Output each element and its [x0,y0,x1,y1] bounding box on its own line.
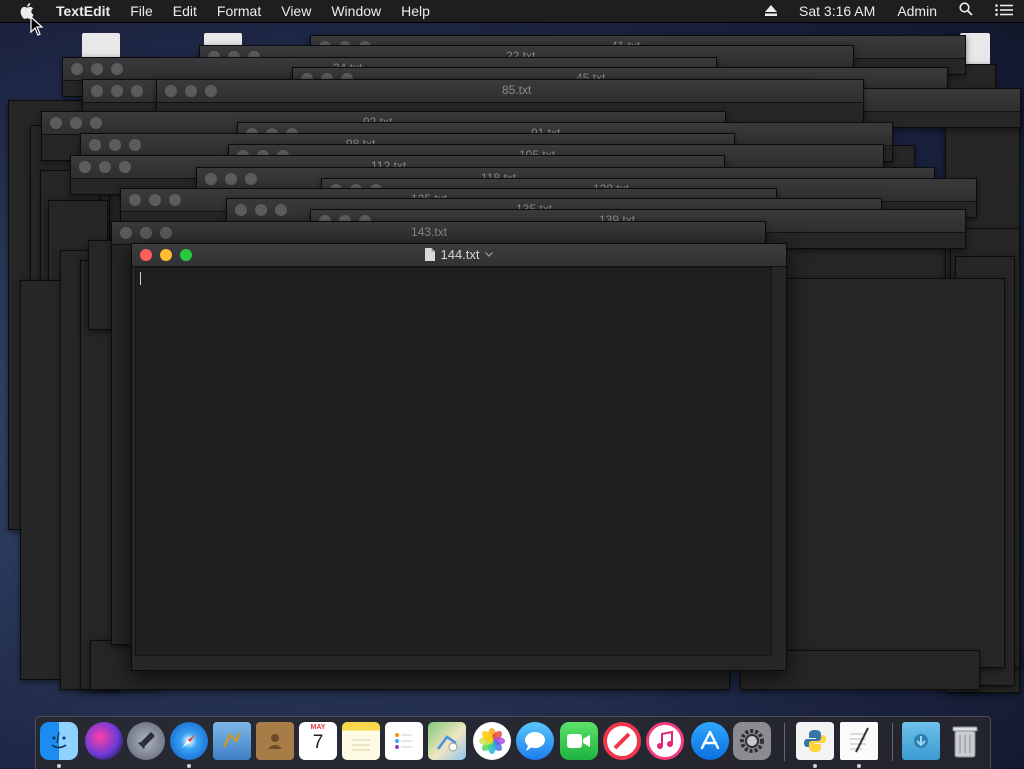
close-button[interactable] [120,227,132,239]
document-icon [425,248,436,261]
minimize-button[interactable] [140,227,152,239]
dock-reminders-icon[interactable] [385,722,423,760]
textedit-window-active[interactable]: 144.txt [131,243,787,671]
dock-notes-icon[interactable] [342,722,380,760]
dock-calendar-icon[interactable]: MAY 7 [299,722,337,760]
dock-separator [784,723,785,761]
desktop-document-icon[interactable] [82,33,120,59]
running-indicator [813,764,817,768]
dock: MAY 7 [35,716,991,769]
text-editor-area[interactable] [135,267,772,656]
title-bar[interactable]: 143.txt [112,222,765,245]
title-bar[interactable]: 144.txt [132,244,786,267]
minimize-button[interactable] [225,173,237,185]
close-button[interactable] [235,204,247,216]
dock-launchpad-icon[interactable] [127,722,165,760]
zoom-button[interactable] [111,63,123,75]
user-menu[interactable]: Admin [886,0,948,22]
dock-contacts-icon[interactable] [256,722,294,760]
window-title: 85.txt [502,83,532,97]
zoom-button[interactable] [169,194,181,206]
dock-textedit-icon[interactable] [840,722,878,760]
minimize-button[interactable] [70,117,82,129]
menu-bar: TextEdit File Edit Format View Window He… [0,0,1024,22]
minimize-button[interactable] [185,85,197,97]
dock-system-preferences-icon[interactable] [733,722,771,760]
dock-finder-icon[interactable] [40,722,78,760]
calendar-month-label: MAY [310,724,326,731]
close-button[interactable] [165,85,177,97]
dock-trash-icon[interactable] [946,722,984,760]
dock-separator [892,723,893,761]
zoom-button[interactable] [129,139,141,151]
dock-downloads-folder-icon[interactable] [902,722,940,760]
minimize-button[interactable] [255,204,267,216]
dock-maps-icon[interactable] [428,722,466,760]
close-button[interactable] [71,63,83,75]
title-bar[interactable]: 85.txt [157,80,863,103]
menu-view[interactable]: View [271,0,321,22]
menu-help[interactable]: Help [391,0,440,22]
eject-icon[interactable] [754,0,788,22]
zoom-button[interactable] [131,85,143,97]
dock-facetime-icon[interactable] [560,722,598,760]
menu-window[interactable]: Window [321,0,391,22]
minimize-button[interactable] [109,139,121,151]
close-button[interactable] [91,85,103,97]
app-menu-textedit[interactable]: TextEdit [46,0,120,22]
running-indicator [857,764,861,768]
close-button[interactable] [79,161,91,173]
dock-messages-icon[interactable] [516,722,554,760]
dock-python-icon[interactable] [796,722,834,760]
zoom-button[interactable] [90,117,102,129]
clock[interactable]: Sat 3:16 AM [788,0,886,22]
running-indicator [57,764,61,768]
running-indicator [187,764,191,768]
notification-center-icon[interactable] [984,0,1024,22]
close-button[interactable] [89,139,101,151]
menu-format[interactable]: Format [207,0,271,22]
dock-news-icon[interactable] [603,722,641,760]
dock-siri-icon[interactable] [85,722,123,760]
minimize-button[interactable] [111,85,123,97]
window-title: 143.txt [411,225,448,239]
zoom-button[interactable] [275,204,287,216]
zoom-button[interactable] [119,161,131,173]
dock-mail-icon[interactable] [213,722,251,760]
zoom-button[interactable] [160,227,172,239]
zoom-button[interactable] [205,85,217,97]
dock-photos-icon[interactable] [473,722,511,760]
window-title[interactable]: 144.txt [132,247,786,262]
chevron-down-icon[interactable] [484,252,493,257]
dock-itunes-icon[interactable] [646,722,684,760]
mouse-pointer-icon [30,16,44,36]
window-title-label: 144.txt [440,247,480,262]
minimize-button[interactable] [149,194,161,206]
close-button[interactable] [205,173,217,185]
dock-safari-icon[interactable] [170,722,208,760]
spotlight-search-icon[interactable] [948,0,984,22]
zoom-button[interactable] [245,173,257,185]
minimize-button[interactable] [99,161,111,173]
calendar-day-label: 7 [312,732,324,753]
menu-file[interactable]: File [120,0,163,22]
text-cursor [140,272,141,285]
minimize-button[interactable] [91,63,103,75]
dock-app-store-icon[interactable] [691,722,729,760]
close-button[interactable] [50,117,62,129]
close-button[interactable] [129,194,141,206]
menu-edit[interactable]: Edit [163,0,207,22]
